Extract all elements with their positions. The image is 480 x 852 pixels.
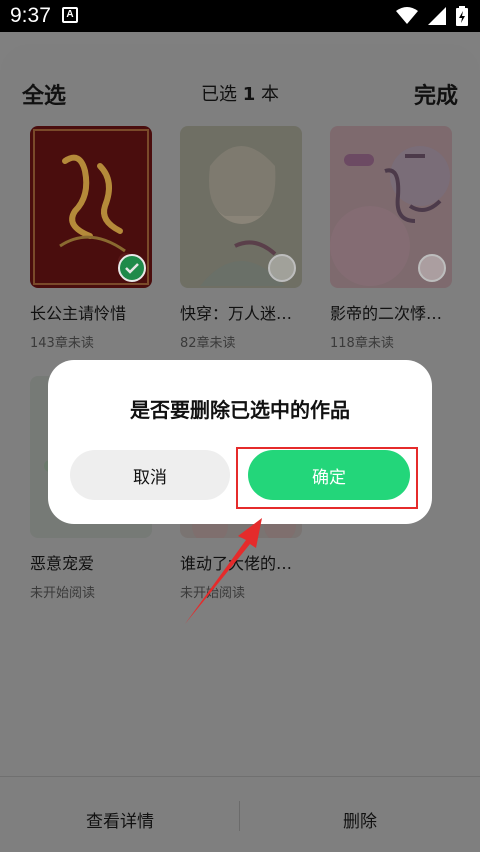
annotation-arrow-icon	[185, 518, 262, 624]
view-details-button[interactable]: 查看详情	[0, 807, 240, 832]
delete-button[interactable]: 删除	[240, 807, 480, 832]
bottom-bar: 查看详情 删除	[0, 776, 480, 852]
